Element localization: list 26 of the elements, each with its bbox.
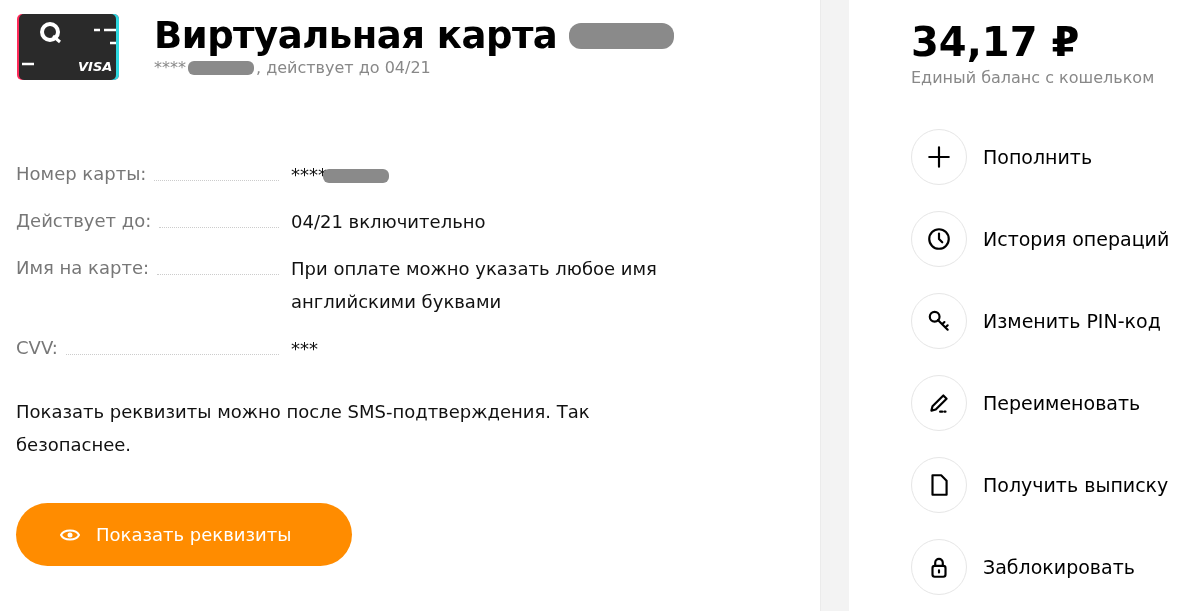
clock-icon [926,226,952,252]
action-link[interactable]: Переименовать [983,392,1141,414]
detail-label: Действует до: [16,209,152,233]
detail-label: Имя на карте: [16,256,150,280]
detail-label: Номер карты: [16,162,147,186]
eye-icon [60,527,80,542]
action-link[interactable]: Изменить PIN-код [983,310,1161,332]
key-icon [926,308,952,334]
detail-value: При оплате можно указать любое имя английскими буквами [291,257,658,314]
detail-value: 04/21 включительно [291,210,487,234]
action-link[interactable]: История операций [983,228,1170,250]
action-link[interactable]: Заблокировать [983,556,1135,578]
card-expiry: , действует до 04/21 [256,58,431,77]
redaction-mark [188,60,254,75]
action-link[interactable]: Получить выписку [983,474,1169,496]
detail-label: CVV: [16,336,58,360]
action-link[interactable]: Пополнить [983,146,1093,168]
card-title: Виртуальная карта [154,14,558,58]
detail-value: *** [291,337,319,361]
detail-value: **** [291,163,327,187]
plus-icon [926,144,952,170]
balance-caption: Единый баланс с кошельком [911,68,1156,87]
balance-amount: 34,17 ₽ [911,18,1081,66]
card-number-mask: **** [154,58,186,77]
card-icon: VISA [16,14,120,80]
security-note: Показать реквизиты можно после SMS-подтверждения. Так безопаснее. [16,400,591,457]
